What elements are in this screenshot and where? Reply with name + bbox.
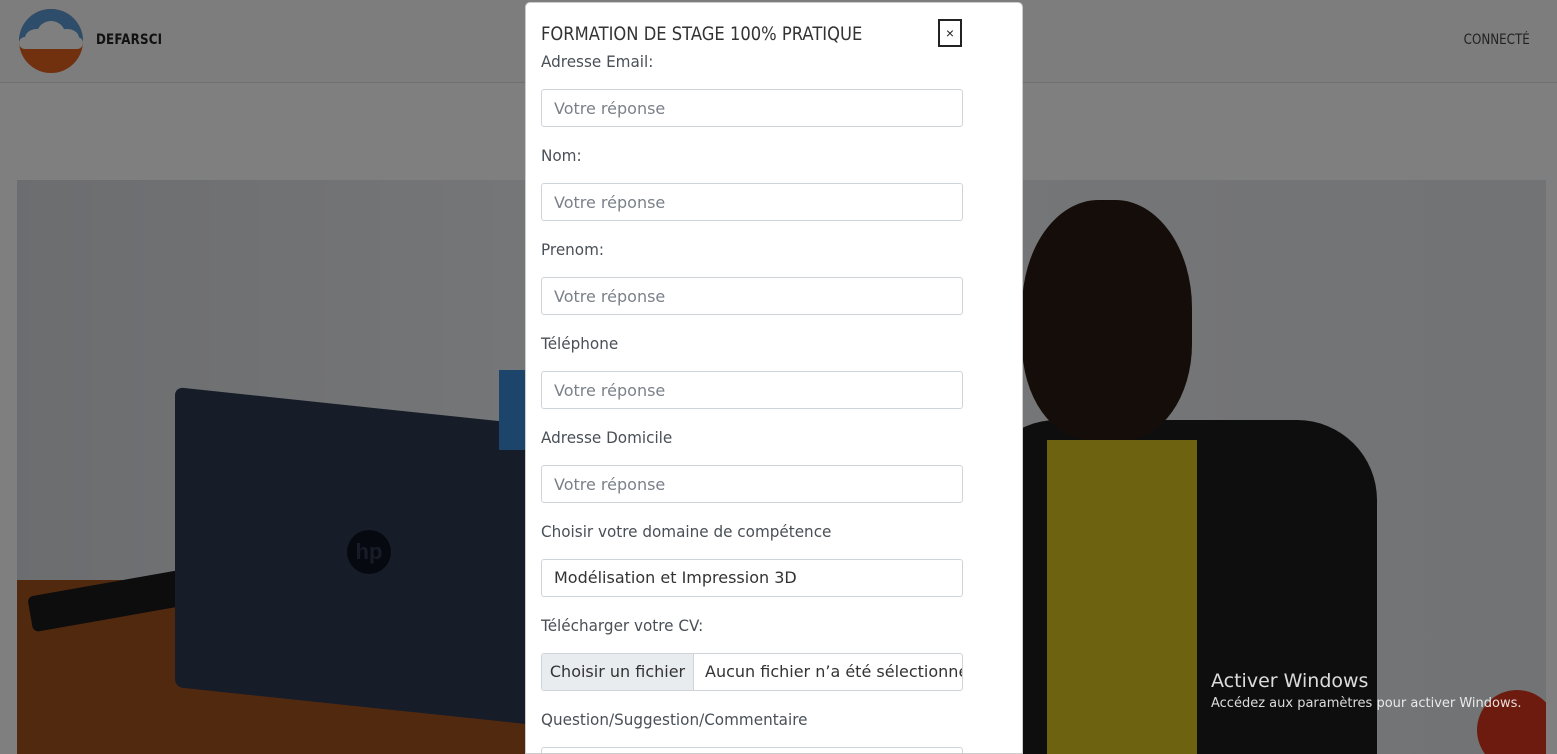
- choose-file-button[interactable]: Choisir un fichier: [542, 654, 694, 690]
- prenom-label: Prenom:: [541, 240, 605, 259]
- email-label: Adresse Email:: [541, 52, 654, 71]
- close-button[interactable]: ×: [938, 19, 962, 47]
- nom-label: Nom:: [541, 146, 582, 165]
- watermark-title: Activer Windows: [1211, 670, 1369, 692]
- file-status-text: Aucun fichier n’a été sélectionné: [705, 662, 963, 681]
- prenom-input[interactable]: [541, 277, 963, 315]
- domain-select[interactable]: Modélisation et Impression 3D: [541, 559, 963, 597]
- email-input[interactable]: [541, 89, 963, 127]
- adresse-domicile-input[interactable]: [541, 465, 963, 503]
- registration-modal: FORMATION DE STAGE 100% PRATIQUE × Adres…: [525, 2, 1023, 754]
- modal-title: FORMATION DE STAGE 100% PRATIQUE: [541, 23, 863, 45]
- cv-label: Télécharger votre CV:: [541, 616, 704, 635]
- domain-label: Choisir votre domaine de compétence: [541, 522, 832, 541]
- nom-input[interactable]: [541, 183, 963, 221]
- comment-label: Question/Suggestion/Commentaire: [541, 710, 808, 729]
- watermark-subtitle: Accédez aux paramètres pour activer Wind…: [1211, 696, 1522, 711]
- comment-textarea[interactable]: [541, 747, 963, 753]
- adresse-domicile-label: Adresse Domicile: [541, 428, 673, 447]
- telephone-label: Téléphone: [541, 334, 619, 353]
- windows-activation-watermark: Activer Windows Accédez aux paramètres p…: [1211, 670, 1522, 711]
- telephone-input[interactable]: [541, 371, 963, 409]
- cv-file-input[interactable]: Choisir un fichier Aucun fichier n’a été…: [541, 653, 963, 691]
